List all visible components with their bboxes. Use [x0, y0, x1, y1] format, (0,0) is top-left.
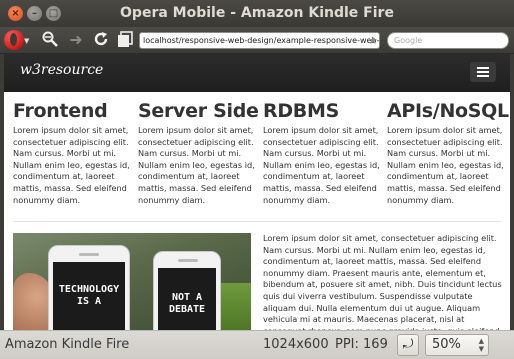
opera-menu-button[interactable]: ▼	[3, 29, 29, 52]
rotate-button[interactable]: ⤾	[397, 334, 419, 356]
phone-speaker	[79, 253, 99, 256]
phone-screen-text: TECHNOLOGY IS A	[53, 262, 125, 330]
reload-icon[interactable]	[91, 30, 111, 50]
opera-menu-icon	[4, 30, 24, 50]
column-heading: Frontend	[13, 100, 108, 122]
zoom-value: 50%	[432, 337, 461, 352]
phone-speaker	[178, 259, 198, 262]
column-frontend: Frontend Lorem ipsum dolor sit amet, con…	[13, 100, 131, 206]
emulator-statusbar: Amazon Kindle Fire 1024x600 PPI: 169 ⤾ 5…	[0, 330, 514, 359]
hamburger-menu-button[interactable]	[470, 62, 496, 82]
phone-right: NOT A DEBATE	[153, 251, 221, 330]
zoom-select[interactable]: 50% ▲ ▼	[425, 334, 489, 356]
browser-toolbar: ▼ ➜ localhost/responsive-web-design/exam…	[0, 27, 514, 54]
screen-resolution: 1024x600	[263, 337, 329, 352]
section-divider	[13, 221, 501, 222]
article-text: Lorem ipsum dolor sit amet, consectetuer…	[263, 233, 502, 330]
rotate-icon: ⤾	[402, 337, 414, 352]
column-text: Lorem ipsum dolor sit amet, consectetuer…	[387, 125, 504, 205]
site-navbar: w3resource	[4, 54, 510, 92]
chevron-down-icon: ▼	[24, 37, 30, 45]
site-logo[interactable]: w3resource	[20, 62, 103, 78]
search-input[interactable]: Google	[387, 32, 509, 49]
ppi-value: PPI: 169	[335, 337, 388, 352]
photo-hand	[13, 273, 53, 330]
column-heading: APIs/NoSQL	[387, 100, 509, 122]
window-titlebar: × – □ Opera Mobile - Amazon Kindle Fire	[0, 0, 514, 27]
bookmark-star-icon[interactable]: ★	[368, 32, 378, 49]
phones-photo: TECHNOLOGY IS A NOT A DEBATE	[13, 233, 251, 330]
column-apis-nosql: APIs/NoSQL Lorem ipsum dolor sit amet, c…	[387, 100, 509, 206]
column-heading: RDBMS	[263, 100, 339, 122]
tabs-icon[interactable]	[115, 30, 135, 50]
forward-icon[interactable]: ➜	[66, 30, 86, 50]
spinner-arrows-icon: ▲ ▼	[478, 337, 484, 353]
menu-bar-icon	[477, 75, 489, 77]
device-name: Amazon Kindle Fire	[5, 337, 130, 352]
window-title: Opera Mobile - Amazon Kindle Fire	[120, 5, 394, 21]
history-icon[interactable]	[40, 30, 60, 50]
column-text: Lorem ipsum dolor sit amet, consectetuer…	[138, 125, 255, 205]
column-text: Lorem ipsum dolor sit amet, consectetuer…	[263, 125, 380, 205]
column-heading: Server Side	[138, 100, 259, 122]
menu-bar-icon	[477, 67, 489, 69]
phone-left: TECHNOLOGY IS A	[48, 245, 130, 330]
address-bar[interactable]: localhost/responsive-web-design/example-…	[139, 32, 380, 49]
column-text: Lorem ipsum dolor sit amet, consectetuer…	[13, 125, 130, 205]
column-server-side: Server Side Lorem ipsum dolor sit amet, …	[138, 100, 259, 206]
phone-screen-text: NOT A DEBATE	[158, 268, 216, 330]
menu-bar-icon	[477, 71, 489, 73]
column-rdbms: RDBMS Lorem ipsum dolor sit amet, consec…	[263, 100, 381, 206]
page-viewport: w3resource Frontend Lorem ipsum dolor si…	[4, 54, 510, 330]
